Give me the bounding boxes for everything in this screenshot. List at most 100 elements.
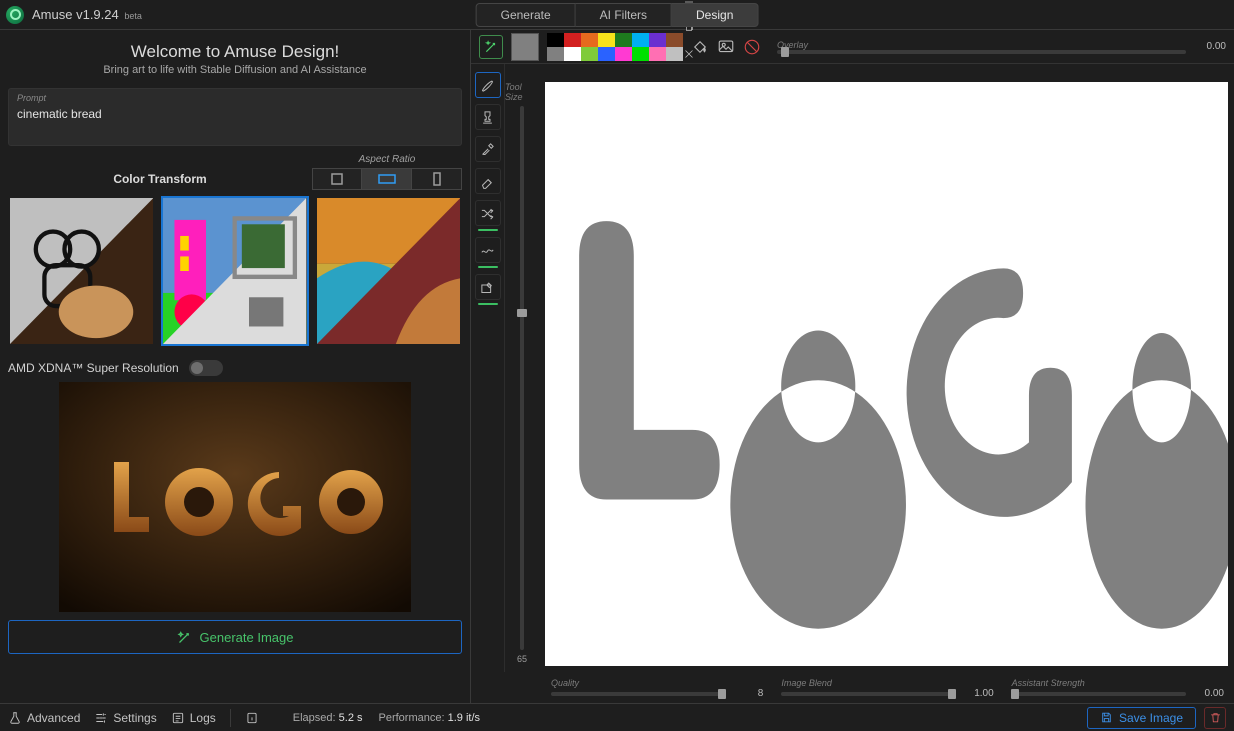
- aspect-ratio-square[interactable]: [312, 168, 362, 190]
- elapsed-label: Elapsed:: [293, 712, 336, 724]
- tool-eraser[interactable]: [475, 168, 501, 194]
- status-metrics: Elapsed: 5.2 s Performance: 1.9 it/s: [293, 712, 480, 724]
- aspect-ratio-group: Aspect Ratio: [312, 154, 462, 190]
- status-advanced[interactable]: Advanced: [8, 711, 80, 725]
- color-swatch[interactable]: [615, 33, 632, 47]
- edit-layer-icon: [480, 280, 495, 295]
- color-swatch[interactable]: [615, 47, 632, 61]
- color-swatch[interactable]: [581, 33, 598, 47]
- app-logo-icon: [6, 6, 24, 24]
- quality-value: 8: [731, 688, 763, 699]
- elapsed-metric: Elapsed: 5.2 s: [293, 712, 363, 724]
- color-swatch[interactable]: [564, 33, 581, 47]
- app-name: Amuse v1.9.24 beta: [32, 7, 142, 22]
- save-image-label: Save Image: [1119, 711, 1183, 725]
- wand-icon: [177, 630, 192, 645]
- app-version: v1.9.24: [76, 7, 119, 22]
- tool-stamp[interactable]: [475, 104, 501, 130]
- performance-metric: Performance: 1.9 it/s: [379, 712, 481, 724]
- strength-slider-group: Assistant Strength 0.00: [1012, 678, 1224, 699]
- status-info-button[interactable]: [245, 711, 259, 725]
- eyedropper-icon: [480, 142, 495, 157]
- super-resolution-toggle[interactable]: [189, 360, 223, 376]
- save-image-button[interactable]: Save Image: [1087, 707, 1196, 729]
- mode-tabs: Generate AI Filters Design: [476, 3, 759, 27]
- blend-slider[interactable]: [781, 692, 955, 696]
- ai-assist-button[interactable]: [479, 35, 503, 59]
- mode-tab-generate[interactable]: Generate: [476, 3, 576, 27]
- color-transform-label: Color Transform: [8, 172, 312, 190]
- generate-button[interactable]: Generate Image: [8, 620, 462, 654]
- color-swatch[interactable]: [632, 33, 649, 47]
- bottom-sliders: Quality 8 Image Blend 1.00 Assistant Str…: [471, 672, 1234, 703]
- color-swatch[interactable]: [632, 47, 649, 61]
- color-swatch[interactable]: [598, 33, 615, 47]
- status-advanced-label: Advanced: [27, 711, 80, 725]
- blend-slider-group: Image Blend 1.00: [781, 678, 993, 699]
- welcome-title: Welcome to Amuse Design!: [8, 42, 462, 62]
- left-panel: Welcome to Amuse Design! Bring art to li…: [0, 30, 471, 703]
- canvas-holder: [539, 64, 1234, 672]
- color-swatch[interactable]: [547, 47, 564, 61]
- blend-value: 1.00: [962, 688, 994, 699]
- color-swatch[interactable]: [649, 33, 666, 47]
- image-button[interactable]: [717, 38, 735, 56]
- status-settings-label: Settings: [113, 711, 156, 725]
- color-palette: [547, 33, 683, 61]
- tool-shuffle[interactable]: [475, 200, 501, 226]
- blend-thumb[interactable]: [948, 689, 956, 699]
- tool-eyedropper[interactable]: [475, 136, 501, 162]
- fill-bucket-button[interactable]: [691, 38, 709, 56]
- sparkle-wand-icon: [484, 40, 498, 54]
- status-settings[interactable]: Settings: [94, 711, 156, 725]
- image-icon: [717, 38, 735, 56]
- prompt-input[interactable]: Prompt cinematic bread: [8, 88, 462, 146]
- aspect-ratio-wide[interactable]: [362, 168, 412, 190]
- style-thumb-sketch[interactable]: [8, 196, 155, 346]
- result-preview: [59, 382, 411, 612]
- overlay-value: 0.00: [1194, 41, 1226, 52]
- color-swatch[interactable]: [666, 33, 683, 47]
- tool-size-thumb[interactable]: [517, 309, 527, 317]
- color-swatch[interactable]: [547, 33, 564, 47]
- quality-slider-group: Quality 8: [551, 678, 763, 699]
- color-swatch[interactable]: [598, 47, 615, 61]
- style-thumb-segmentation[interactable]: [161, 196, 308, 346]
- tool-underline-2: [478, 266, 498, 268]
- color-swatch[interactable]: [581, 47, 598, 61]
- delete-image-button[interactable]: [1204, 707, 1226, 729]
- overlay-slider[interactable]: [777, 50, 1186, 54]
- color-swatch[interactable]: [649, 47, 666, 61]
- titlebar: Amuse v1.9.24 beta Generate AI Filters D…: [0, 0, 1234, 30]
- drawing-canvas[interactable]: [545, 82, 1228, 666]
- mode-tab-design[interactable]: Design: [672, 3, 758, 27]
- quality-thumb[interactable]: [718, 689, 726, 699]
- status-separator: [230, 709, 231, 727]
- overlay-slider-group: Overlay: [777, 40, 1186, 54]
- prompt-value: cinematic bread: [17, 107, 453, 121]
- mode-tab-filters[interactable]: AI Filters: [576, 3, 672, 27]
- info-icon: [245, 711, 259, 725]
- tool-size-slider[interactable]: [520, 106, 524, 650]
- right-panel: Overlay 0.00: [471, 30, 1234, 703]
- tool-underline: [478, 229, 498, 231]
- eraser-icon: [480, 174, 495, 189]
- brush-icon: [480, 78, 495, 93]
- tool-scribble[interactable]: [475, 237, 501, 263]
- strength-slider[interactable]: [1012, 692, 1186, 696]
- clear-canvas-button[interactable]: [743, 38, 761, 56]
- aspect-ratio-tall[interactable]: [412, 168, 462, 190]
- strength-thumb[interactable]: [1011, 689, 1019, 699]
- tool-edit-layer[interactable]: [475, 274, 501, 300]
- quality-slider[interactable]: [551, 692, 725, 696]
- tool-brush[interactable]: [475, 72, 501, 98]
- status-logs[interactable]: Logs: [171, 711, 216, 725]
- tall-icon: [432, 172, 442, 186]
- color-swatch[interactable]: [666, 47, 683, 61]
- style-thumb-landscape[interactable]: [315, 196, 462, 346]
- current-color-swatch[interactable]: [511, 33, 539, 61]
- color-swatch[interactable]: [564, 47, 581, 61]
- generate-button-label: Generate Image: [200, 630, 294, 645]
- overlay-slider-thumb[interactable]: [781, 47, 789, 57]
- scribble-icon: [480, 243, 495, 258]
